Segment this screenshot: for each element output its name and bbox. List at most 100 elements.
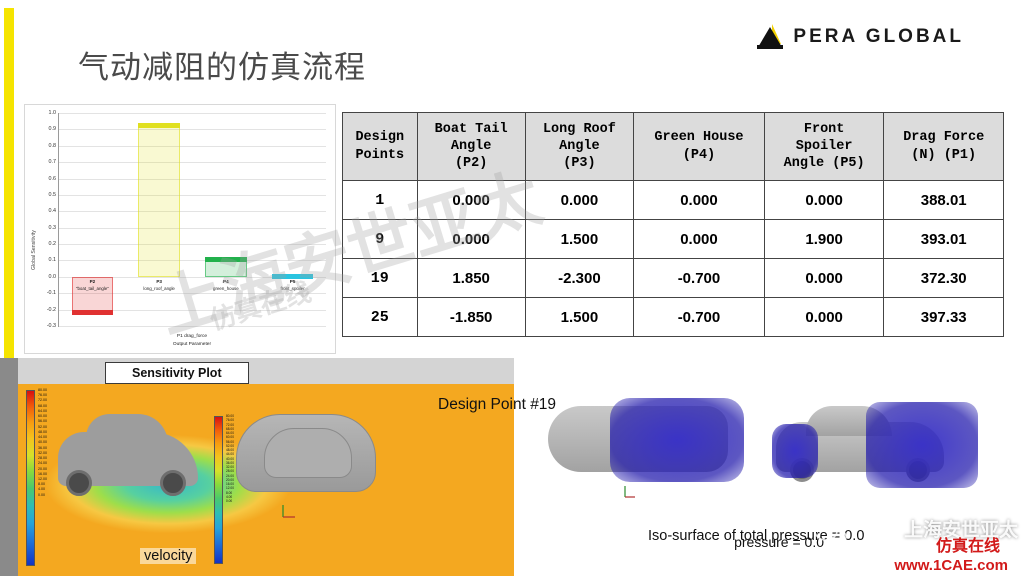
chart-plot-area: 1.0 0.9 0.8 0.7 0.6 0.5 0.4 0.3 0.2 0.1 0.0 -0.1 -0.… — [47, 110, 326, 329]
axis-triad-icon — [280, 502, 298, 522]
table-cell-5: 397.33 — [883, 297, 1004, 337]
chart-bar-label: P2 — [89, 278, 96, 284]
caption-pressure-partial: pressure = 0.0 — [734, 534, 824, 550]
chart-gridline — [59, 178, 326, 180]
table-cell-4: 0.000 — [763, 258, 885, 298]
table-header-cell-0: Design Points — [342, 112, 418, 181]
iso-surface-panel: Design Point #19 Iso-surface of total pr… — [438, 358, 1024, 576]
chart-y-tick: 1.0 — [48, 110, 57, 116]
chart-y-tick: 0.2 — [48, 241, 57, 248]
colorbar-tick: 56.00 — [38, 419, 47, 424]
table-cell-3: 0.000 — [633, 219, 765, 259]
car-side-cabin — [86, 414, 168, 444]
chart-y-tick: 0.0 — [48, 273, 57, 280]
colorbar-tick: 72.00 — [38, 398, 47, 403]
table-cell-2: 1.500 — [524, 219, 635, 259]
table-header-cell-2: Long Roof Angle (P3) — [524, 112, 635, 181]
table-body: 1 0.000 0.000 0.000 0.000 388.01 9 0.000 1.500 0.… — [342, 180, 1004, 337]
table-cell-1: -1.850 — [416, 297, 526, 337]
chart-bar-sublabel: "boat_tail_angle" — [75, 285, 109, 291]
velocity-colorbar-left-ticks: 80.00 76.00 72.00 68.00 64.00 60.00 56.00 52.00… — [38, 388, 47, 498]
sensitivity-plot-badge: Sensitivity Plot — [105, 362, 249, 384]
table-header-cell-4: Front Spoiler Angle (P5) — [763, 112, 885, 181]
axis-triad-icon-iso-top — [622, 484, 638, 502]
chart-bar-label-group: P3 long_roof_angle — [143, 277, 175, 293]
iso-surface-wake-top — [610, 398, 744, 482]
chart-y-tick: -0.1 — [46, 290, 56, 297]
table-header-cell-5: Drag Force (N) (P1) — [883, 112, 1004, 181]
table-cell-4: 0.000 — [763, 180, 885, 220]
colorbar-tick: 24.00 — [38, 461, 47, 466]
chart-gridline — [59, 211, 326, 213]
iso-surface-wake-side — [866, 402, 978, 488]
chart-y-axis-label: Global Sensitivity — [31, 230, 37, 270]
chart-gridline — [59, 162, 326, 164]
table-cell-0: 9 — [342, 219, 418, 259]
table-cell-1: 0.000 — [416, 219, 526, 259]
chart-x-axis-label: P1 drag_force Output Parameter — [58, 333, 326, 348]
chart-x-label-line: Output Parameter — [172, 341, 212, 347]
chart-y-tick: 0.4 — [48, 208, 57, 215]
table-cell-1: 0.000 — [416, 180, 526, 220]
chart-gridline — [59, 194, 326, 196]
car-top-roof — [264, 428, 352, 478]
chart-gridline — [59, 260, 326, 262]
caption-velocity: velocity — [140, 548, 197, 564]
cfd-velocity-panel: 80.00 76.00 72.00 68.00 64.00 60.00 56.00 52.00… — [18, 358, 514, 576]
table-cell-3: 0.000 — [633, 180, 765, 220]
colorbar-tick: 0.00 — [38, 492, 45, 497]
colorbar-tick: 0.00 — [226, 499, 233, 503]
left-yellow-accent-bar — [4, 8, 14, 358]
table-cell-4: 0.000 — [763, 297, 885, 337]
chart-bar-sublabel: green_house — [213, 285, 239, 291]
chart-bar-sublabel: long_roof_angle — [143, 285, 175, 291]
table-cell-2: 1.500 — [524, 297, 635, 337]
table-cell-0: 25 — [342, 297, 418, 337]
chart-bar-label: P4 — [223, 278, 229, 284]
pera-triangle-mark-icon — [755, 22, 789, 52]
chart-y-tick: 0.6 — [48, 175, 57, 182]
chart-bar-label-group: P2 "boat_tail_angle" — [76, 277, 109, 293]
colorbar-tick: 60.00 — [226, 435, 234, 440]
velocity-colorbar-right-ticks: 80.00 76.00 72.00 68.00 64.00 60.00 56.00 52.00… — [226, 414, 234, 503]
table-header-cell-3: Green House (P4) — [633, 112, 765, 181]
table-cell-3: -0.700 — [633, 297, 765, 337]
table-cell-2: -2.300 — [524, 258, 635, 298]
table-cell-4: 1.900 — [763, 219, 885, 259]
colorbar-tick: 44.00 — [226, 452, 234, 457]
chart-gridline — [59, 326, 326, 327]
colorbar-tick: 28.00 — [226, 469, 234, 474]
colorbar-tick: 20.00 — [38, 466, 47, 471]
caption-design-point: Design Point #19 — [438, 396, 557, 413]
velocity-colorbar-left — [26, 390, 35, 566]
table-header-row: Design Points Boat Tail Angle (P2) Long Roof A… — [342, 112, 1004, 181]
chart-y-tick: 0.9 — [48, 126, 57, 133]
table-row: 25 -1.850 1.500 -0.700 0.000 397.33 — [342, 297, 1004, 337]
chart-bar-cap — [205, 257, 247, 263]
chart-bar-label: P3 — [156, 278, 162, 284]
chart-x-label-line: P1 drag_force — [176, 334, 208, 339]
chart-bar-label-group: P4 green_house — [213, 277, 239, 293]
chart-y-tick: 0.1 — [48, 257, 57, 264]
iso-surface-front — [772, 424, 818, 478]
table-cell-5: 393.01 — [883, 219, 1004, 259]
chart-bar-cap — [138, 122, 180, 128]
chart-bar-cap — [71, 309, 114, 315]
results-image-band: 80.00 76.00 72.00 68.00 64.00 60.00 56.00 52.00… — [18, 358, 1024, 576]
car-rear-wheel — [160, 470, 186, 496]
velocity-colorbar-right — [214, 416, 223, 564]
chart-bar-P4 — [205, 257, 247, 277]
table-cell-1: 1.850 — [416, 258, 526, 298]
table-cell-5: 388.01 — [883, 180, 1004, 220]
chart-gridline — [59, 244, 326, 246]
colorbar-tick: 12.00 — [226, 486, 234, 491]
chart-y-tick: -0.3 — [46, 323, 56, 329]
chart-bar-label: P5 — [289, 278, 296, 284]
chart-bar-sublabel: front_spoiler — [280, 285, 305, 291]
chart-y-tick: -0.2 — [46, 306, 56, 313]
chart-y-tick: 0.3 — [48, 224, 57, 231]
table-row: 19 1.850 -2.300 -0.700 0.000 372.30 — [342, 258, 1004, 298]
chart-bar-P3 — [138, 122, 180, 277]
chart-y-tick: 0.5 — [48, 191, 57, 198]
table-row: 1 0.000 0.000 0.000 0.000 388.01 — [342, 180, 1004, 220]
